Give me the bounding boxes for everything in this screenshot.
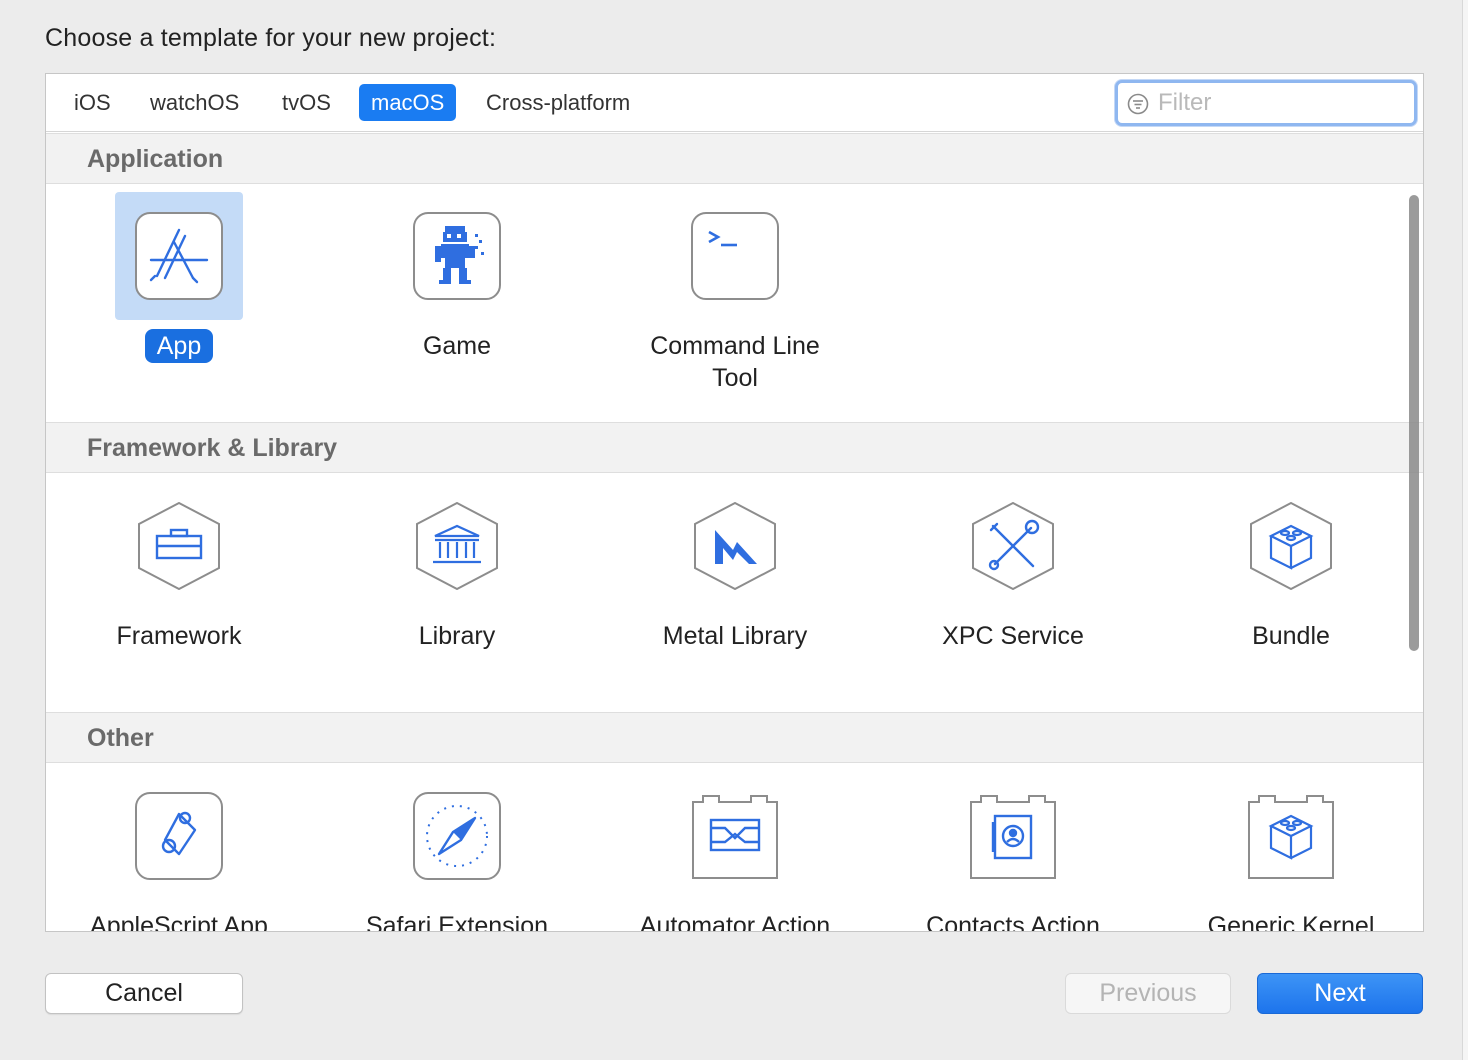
- cancel-button[interactable]: Cancel: [45, 973, 243, 1014]
- template-framework[interactable]: Framework: [79, 464, 279, 694]
- section-title: Other: [87, 724, 154, 752]
- template-applescript-app[interactable]: AppleScript App: [79, 754, 279, 932]
- automator-icon: [692, 795, 778, 879]
- scrollbar-thumb[interactable]: [1409, 195, 1419, 651]
- template-game[interactable]: Game: [357, 174, 557, 404]
- library-building-icon: [416, 502, 498, 590]
- applescript-scroll-icon: [135, 792, 223, 880]
- contacts-icon: [970, 795, 1056, 879]
- kernel-extension-icon: [1248, 795, 1334, 879]
- framework-toolbox-icon: [138, 502, 220, 590]
- window-edge: [1462, 0, 1468, 1060]
- template-generic-kernel[interactable]: Generic Kernel: [1191, 754, 1391, 932]
- tab-tvos[interactable]: tvOS: [270, 84, 343, 121]
- template-contacts-action[interactable]: Contacts Action: [913, 754, 1113, 932]
- filter-input[interactable]: [1158, 88, 1408, 118]
- template-label: Bundle: [1252, 622, 1330, 650]
- template-bundle[interactable]: Bundle: [1191, 464, 1391, 694]
- scrollbar[interactable]: [1409, 195, 1419, 931]
- platform-tabbar: iOS watchOS tvOS macOS Cross-platform: [46, 74, 1423, 132]
- section-title: Framework & Library: [87, 434, 338, 462]
- previous-button: Previous: [1065, 973, 1231, 1014]
- dialog-heading: Choose a template for your new project:: [45, 24, 497, 52]
- template-panel: iOS watchOS tvOS macOS Cross-platform Ap…: [45, 73, 1424, 932]
- app-store-icon: [135, 212, 223, 300]
- tab-ios[interactable]: iOS: [62, 84, 123, 121]
- template-label: Generic Kernel: [1207, 912, 1375, 932]
- template-label: Command Line Tool: [650, 332, 820, 392]
- tab-cross-platform[interactable]: Cross-platform: [474, 84, 642, 121]
- template-label: Metal Library: [662, 622, 808, 650]
- template-label: Contacts Action: [926, 912, 1100, 932]
- template-app[interactable]: App: [79, 174, 279, 404]
- template-label: Automator Action: [639, 912, 831, 932]
- template-label: XPC Service: [942, 622, 1084, 650]
- template-label: AppleScript App: [90, 912, 268, 932]
- xpc-tools-icon: [972, 502, 1054, 590]
- tab-macos[interactable]: macOS: [359, 84, 457, 121]
- section-title: Application: [87, 145, 224, 173]
- template-list: Application App Game Command Line Tool F…: [46, 133, 1423, 932]
- safari-compass-icon: [413, 792, 501, 880]
- tab-watchos[interactable]: watchOS: [138, 84, 251, 121]
- filter-field[interactable]: [1115, 80, 1417, 126]
- template-label: Library: [418, 622, 496, 650]
- terminal-icon: [691, 212, 779, 300]
- template-library[interactable]: Library: [357, 464, 557, 694]
- game-icon: [413, 212, 501, 300]
- template-automator-action[interactable]: Automator Action: [635, 754, 835, 932]
- metal-icon: [694, 502, 776, 590]
- template-metal-library[interactable]: Metal Library: [635, 464, 835, 694]
- template-command-line-tool[interactable]: Command Line Tool: [635, 174, 835, 404]
- template-label: App: [79, 329, 279, 363]
- template-safari-extension[interactable]: Safari Extension: [357, 754, 557, 932]
- next-button[interactable]: Next: [1257, 973, 1423, 1014]
- template-xpc-service[interactable]: XPC Service: [913, 464, 1113, 694]
- template-label: Game: [422, 332, 492, 360]
- bundle-cube-icon: [1250, 502, 1332, 590]
- template-label: Safari Extension: [365, 912, 549, 932]
- filter-icon: [1127, 93, 1149, 115]
- template-label: Framework: [116, 622, 242, 650]
